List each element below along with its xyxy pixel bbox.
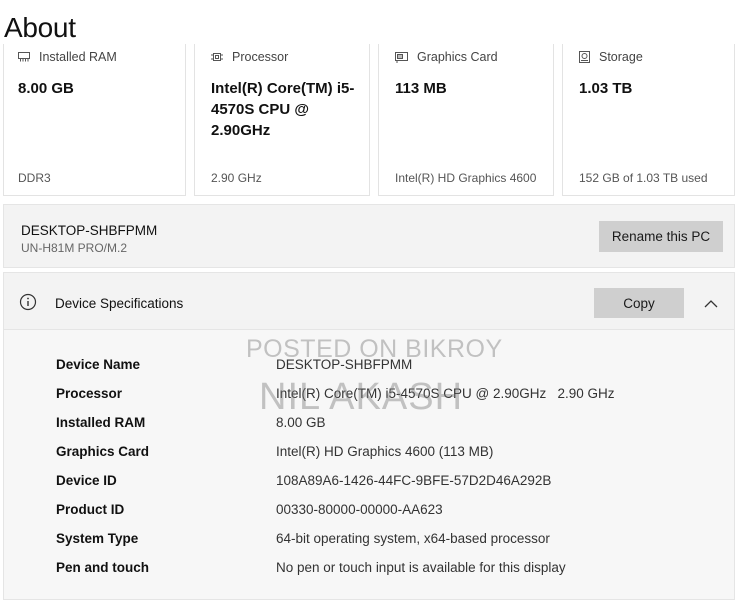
device-specifications-title: Device Specifications bbox=[55, 296, 184, 311]
pc-name: DESKTOP-SHBFPMM bbox=[21, 223, 158, 238]
spec-value: Intel(R) HD Graphics 4600 (113 MB) bbox=[276, 444, 494, 459]
chevron-up-icon[interactable] bbox=[704, 295, 718, 313]
card-value: 8.00 GB bbox=[18, 80, 74, 97]
spec-label: Installed RAM bbox=[56, 415, 146, 430]
card-label: Processor bbox=[232, 50, 289, 64]
card-detail: DDR3 bbox=[18, 171, 51, 185]
card-detail: 152 GB of 1.03 TB used bbox=[579, 171, 708, 185]
storage-icon bbox=[579, 51, 590, 63]
device-specifications-header[interactable]: Device Specifications Copy bbox=[3, 272, 735, 330]
card-value: Intel(R) Core(TM) i5-4570S CPU @ 2.90GHz bbox=[211, 80, 355, 139]
card-value: 113 MB bbox=[395, 80, 447, 97]
device-specifications-list: Device Name DESKTOP-SHBFPMM Processor In… bbox=[3, 330, 735, 600]
card-label: Graphics Card bbox=[417, 50, 498, 64]
card-label: Installed RAM bbox=[39, 50, 117, 64]
spec-row-system-type: System Type 64-bit operating system, x64… bbox=[4, 531, 735, 560]
spec-row-installed-ram: Installed RAM 8.00 GB bbox=[4, 415, 735, 444]
spec-row-product-id: Product ID 00330-80000-00000-AA623 bbox=[4, 502, 735, 531]
card-detail: Intel(R) HD Graphics 4600 bbox=[395, 171, 537, 185]
spec-value: 108A89A6-1426-44FC-9BFE-57D2D46A292B bbox=[276, 473, 552, 488]
info-icon bbox=[19, 293, 37, 316]
rename-pc-button[interactable]: Rename this PC bbox=[599, 221, 723, 252]
spec-label: Processor bbox=[56, 386, 123, 401]
graphics-card-icon bbox=[395, 51, 408, 63]
card-detail: 2.90 GHz bbox=[211, 171, 262, 185]
spec-row-pen-and-touch: Pen and touch No pen or touch input is a… bbox=[4, 560, 735, 589]
spec-value: 00330-80000-00000-AA623 bbox=[276, 502, 443, 517]
hardware-summary-cards: Installed RAM 8.00 GB DDR3 Processor Int… bbox=[0, 44, 735, 196]
pc-name-section: DESKTOP-SHBFPMM UN-H81M PRO/M.2 Rename t… bbox=[3, 204, 735, 268]
card-label: Storage bbox=[599, 50, 643, 64]
spec-value: DESKTOP-SHBFPMM bbox=[276, 357, 413, 372]
pc-model: UN-H81M PRO/M.2 bbox=[21, 241, 128, 255]
card-graphics: Graphics Card 113 MB Intel(R) HD Graphic… bbox=[378, 44, 554, 196]
spec-label: Device ID bbox=[56, 473, 117, 488]
spec-row-processor: Processor Intel(R) Core(TM) i5-4570S CPU… bbox=[4, 386, 735, 415]
card-storage: Storage 1.03 TB 152 GB of 1.03 TB used bbox=[562, 44, 735, 196]
spec-row-device-id: Device ID 108A89A6-1426-44FC-9BFE-57D2D4… bbox=[4, 473, 735, 502]
spec-value: 64-bit operating system, x64-based proce… bbox=[276, 531, 550, 546]
spec-label: Pen and touch bbox=[56, 560, 150, 575]
copy-button[interactable]: Copy bbox=[594, 288, 684, 318]
spec-value: No pen or touch input is available for t… bbox=[276, 560, 566, 575]
processor-icon bbox=[211, 51, 223, 63]
card-value: 1.03 TB bbox=[579, 80, 633, 97]
spec-label: Device Name bbox=[56, 357, 141, 372]
card-processor: Processor Intel(R) Core(TM) i5-4570S CPU… bbox=[194, 44, 370, 196]
spec-row-device-name: Device Name DESKTOP-SHBFPMM bbox=[4, 357, 735, 386]
card-installed-ram: Installed RAM 8.00 GB DDR3 bbox=[3, 44, 186, 196]
spec-value: Intel(R) Core(TM) i5-4570S CPU @ 2.90GHz… bbox=[276, 386, 615, 401]
spec-label: System Type bbox=[56, 531, 139, 546]
page-title: About bbox=[4, 12, 76, 43]
spec-label: Product ID bbox=[56, 502, 125, 517]
spec-value: 8.00 GB bbox=[276, 415, 326, 430]
ram-icon bbox=[18, 52, 30, 62]
spec-row-graphics-card: Graphics Card Intel(R) HD Graphics 4600 … bbox=[4, 444, 735, 473]
spec-label: Graphics Card bbox=[56, 444, 150, 459]
